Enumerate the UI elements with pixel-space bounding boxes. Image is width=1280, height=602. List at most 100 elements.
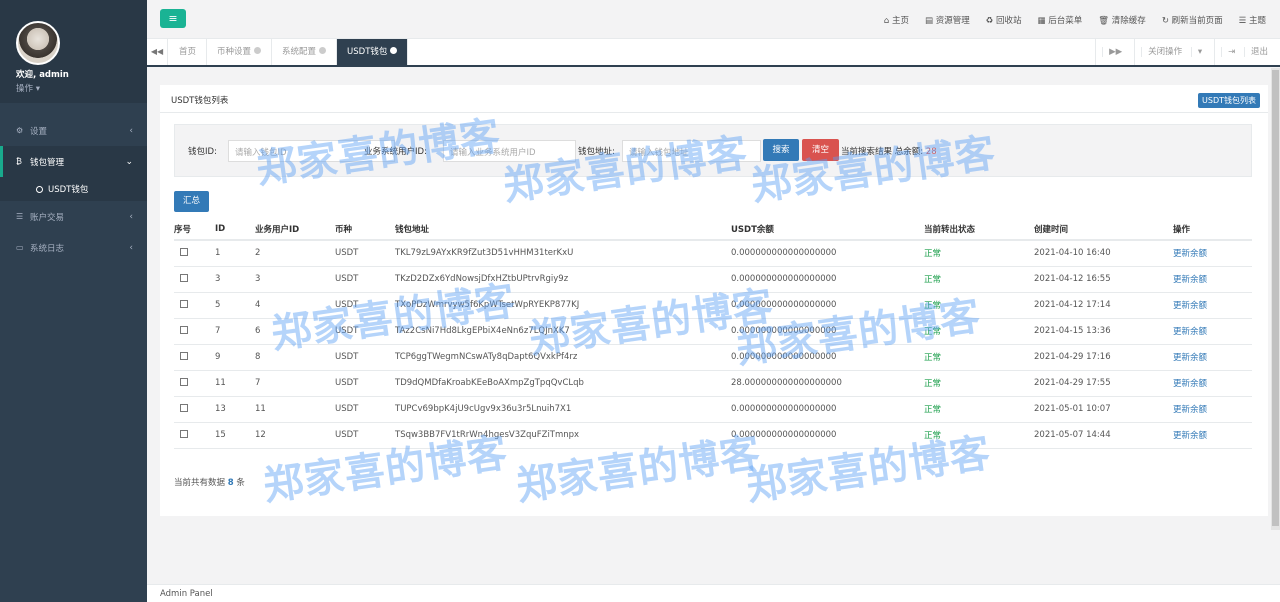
cell-status-cell: 正常 [924, 240, 1034, 267]
sidebar-item-account-trading[interactable]: ☰ 账户交易 ‹ [0, 201, 147, 232]
menu-toggle-button[interactable]: ≡ [160, 9, 186, 28]
search-button[interactable]: 搜索 [763, 139, 799, 161]
theme-link[interactable]: ☰ 主题 [1239, 14, 1266, 26]
cell-user-id: 12 [255, 430, 266, 440]
cell-status: 正常 [924, 431, 942, 441]
cell-checkbox [174, 240, 215, 267]
row-checkbox[interactable] [180, 351, 188, 360]
table-row: 7 6 USDT TAz2CsNi7Hd8LkgEPbiX4eNn6z7LQJnXK7… [174, 318, 1252, 345]
row-checkbox[interactable] [180, 273, 188, 282]
update-balance-link[interactable]: 更新余额 [1173, 327, 1207, 337]
update-balance-link[interactable]: 更新余额 [1173, 405, 1207, 415]
update-balance-link[interactable]: 更新余额 [1173, 353, 1207, 363]
update-balance-link[interactable]: 更新余额 [1173, 275, 1207, 285]
row-checkbox[interactable] [180, 325, 188, 334]
cell-id-cell: 5 [215, 292, 255, 319]
cell-balance: 0.000000000000000000 [731, 430, 837, 440]
cell-created-cell: 2021-04-29 17:55 [1034, 370, 1173, 397]
sidebar-subitem-usdt-wallet[interactable]: USDT钱包 [0, 177, 147, 201]
clear-button[interactable]: 清空 [802, 139, 839, 161]
row-checkbox[interactable] [180, 299, 188, 308]
cell-address-cell: TKL79zL9AYxKR9fZut3D51vHHM31terKxU [395, 240, 731, 267]
refresh-link[interactable]: ↻ 刷新当前页面 [1162, 14, 1223, 26]
address-input[interactable]: 请输入钱包地址 [622, 140, 761, 162]
operate-dropdown[interactable]: 操作 ▾ [16, 82, 147, 94]
close-operations-dropdown[interactable]: 关闭操作 ▾ [1134, 39, 1214, 65]
update-balance-link[interactable]: 更新余额 [1173, 431, 1207, 441]
clear-cache-link[interactable]: 🗑 清除缓存 [1098, 14, 1146, 26]
avatar[interactable] [16, 21, 60, 65]
cell-id: 11 [215, 378, 226, 388]
cell-created-cell: 2021-04-15 13:36 [1034, 318, 1173, 345]
cell-checkbox [174, 318, 215, 345]
cell-id-cell: 1 [215, 240, 255, 267]
cell-user-id-cell: 12 [255, 422, 335, 449]
cell-balance-cell: 0.000000000000000000 [731, 318, 924, 345]
cell-user-id: 2 [255, 248, 261, 259]
col-coin: 币种 [335, 218, 395, 241]
chevron-left-icon: ‹ [129, 125, 133, 136]
col-user-id: 业务用户ID [255, 218, 335, 241]
update-balance-link[interactable]: 更新余额 [1173, 249, 1207, 259]
cell-user-id: 6 [255, 326, 261, 336]
update-balance-link[interactable]: 更新余额 [1173, 301, 1207, 311]
tab-home[interactable]: 首页 [169, 39, 208, 65]
logout-button[interactable]: ⇥ 退出 [1214, 39, 1280, 65]
tab-usdt-wallet[interactable]: USDT钱包 [337, 39, 409, 65]
user-id-input[interactable]: 请输入业务系统用户ID [443, 140, 576, 162]
cell-user-id-cell: 7 [255, 370, 335, 397]
tab-system-config[interactable]: 系统配置 [272, 39, 338, 65]
backend-menu-link[interactable]: ▦ 后台菜单 [1038, 14, 1083, 26]
cell-status: 正常 [924, 301, 942, 311]
tab-scroll-right-button[interactable]: ▶▶ [1095, 39, 1134, 65]
cell-checkbox [174, 422, 215, 449]
cell-coin-cell: USDT [335, 396, 395, 423]
home-link[interactable]: ⌂ 主页 [884, 14, 909, 26]
page-scrollbar[interactable] [1271, 68, 1280, 530]
cell-created-cell: 2021-04-10 16:40 [1034, 240, 1173, 267]
update-balance-link-cell: 更新余额 [1173, 266, 1252, 293]
row-checkbox[interactable] [180, 377, 188, 386]
update-balance-link-cell: 更新余额 [1173, 318, 1252, 345]
close-icon[interactable] [319, 47, 327, 54]
cell-status-cell: 正常 [924, 370, 1034, 397]
sidebar-item-wallet-management[interactable]: ₿ 钱包管理 ⌄ [0, 146, 147, 177]
cell-id-cell: 7 [215, 318, 255, 345]
tab-coin-settings[interactable]: 币种设置 [207, 39, 273, 65]
sidebar-item-settings[interactable]: ⚙ 设置 ‹ [0, 115, 147, 146]
cell-balance-cell: 0.000000000000000000 [731, 344, 924, 371]
caret-down-icon: ▾ [1190, 47, 1209, 57]
recycle-link[interactable]: ♻ 回收站 [986, 14, 1022, 26]
tab-scroll-left-button[interactable]: ◀◀ [147, 39, 168, 65]
cell-balance-cell: 0.000000000000000000 [731, 266, 924, 293]
backward-icon: ◀◀ [150, 47, 164, 56]
file-icon: ▤ [924, 16, 933, 26]
summary-button[interactable]: 汇总 [174, 191, 209, 212]
search-form: 钱包ID: 请输入钱包ID 业务系统用户ID: 请输入业务系统用户ID 钱包地址… [174, 124, 1252, 177]
table-row: 15 12 USDT TSqw3BB7FV1tRrWn4hgesV3ZquFZiTmn… [174, 422, 1252, 449]
cell-coin: USDT [335, 404, 359, 414]
cell-created-cell: 2021-05-07 14:44 [1034, 422, 1173, 449]
close-icon[interactable] [390, 47, 398, 54]
sidebar-item-system-log[interactable]: ▭ 系统日志 ‹ [0, 232, 147, 263]
cell-user-id-cell: 6 [255, 318, 335, 345]
cell-created-cell: 2021-05-01 10:07 [1034, 396, 1173, 423]
row-checkbox[interactable] [180, 247, 188, 256]
cell-created: 2021-04-10 16:40 [1034, 248, 1111, 259]
row-checkbox[interactable] [180, 429, 188, 438]
cell-status: 正常 [924, 379, 942, 389]
update-balance-link[interactable]: 更新余额 [1173, 379, 1207, 389]
logout-icon: ⇥ [1221, 47, 1242, 57]
resource-link[interactable]: ▤ 资源管理 [925, 14, 970, 26]
top-bar: ≡ ⌂ 主页 ▤ 资源管理 ♻ 回收站 ▦ 后台菜单 🗑 清除缓存 ↻ 刷新当前… [147, 0, 1280, 39]
scrollbar-thumb[interactable] [1272, 70, 1279, 526]
tab-right-controls: ▶▶ 关闭操作 ▾ ⇥ 退出 [1095, 39, 1280, 65]
col-created: 创建时间 [1034, 218, 1173, 241]
welcome-text: 欢迎, admin [16, 70, 69, 80]
cell-balance: 0.000000000000000000 [731, 352, 837, 362]
tabs: 首页 币种设置 系统配置 USDT钱包 [169, 39, 409, 65]
cell-address-cell: TUPCv69bpK4jU9cUgv9x36u3r5Lnuih7X1 [395, 396, 731, 423]
row-checkbox[interactable] [180, 403, 188, 412]
cell-created: 2021-04-12 17:14 [1034, 300, 1111, 310]
close-icon[interactable] [254, 47, 262, 54]
